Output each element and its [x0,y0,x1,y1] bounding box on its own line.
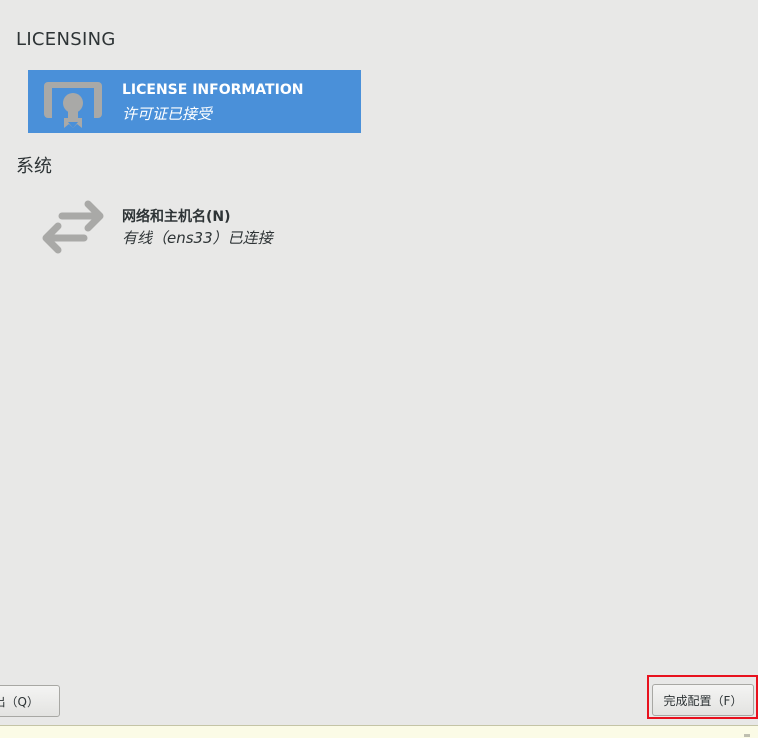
network-arrows-icon [42,200,104,254]
certificate-icon [44,82,102,128]
spoke-status: 许可证已接受 [122,105,213,123]
section-title-licensing: LICENSING [16,29,116,50]
spoke-title: 网络和主机名(N) [122,209,231,225]
spoke-status: 有线（ens33）已连接 [122,229,273,247]
finish-configuration-button[interactable]: 完成配置（F） [652,684,754,716]
bar-corner-mark [744,734,750,737]
quit-button[interactable]: 出（Q） [0,685,60,717]
network-hostname-spoke[interactable]: 网络和主机名(N) 有线（ens33）已连接 [28,194,361,257]
spoke-title: LICENSE INFORMATION [122,82,304,98]
section-title-system: 系统 [16,156,52,177]
license-information-spoke[interactable]: LICENSE INFORMATION 许可证已接受 [28,70,361,133]
bottom-info-bar [0,725,758,738]
